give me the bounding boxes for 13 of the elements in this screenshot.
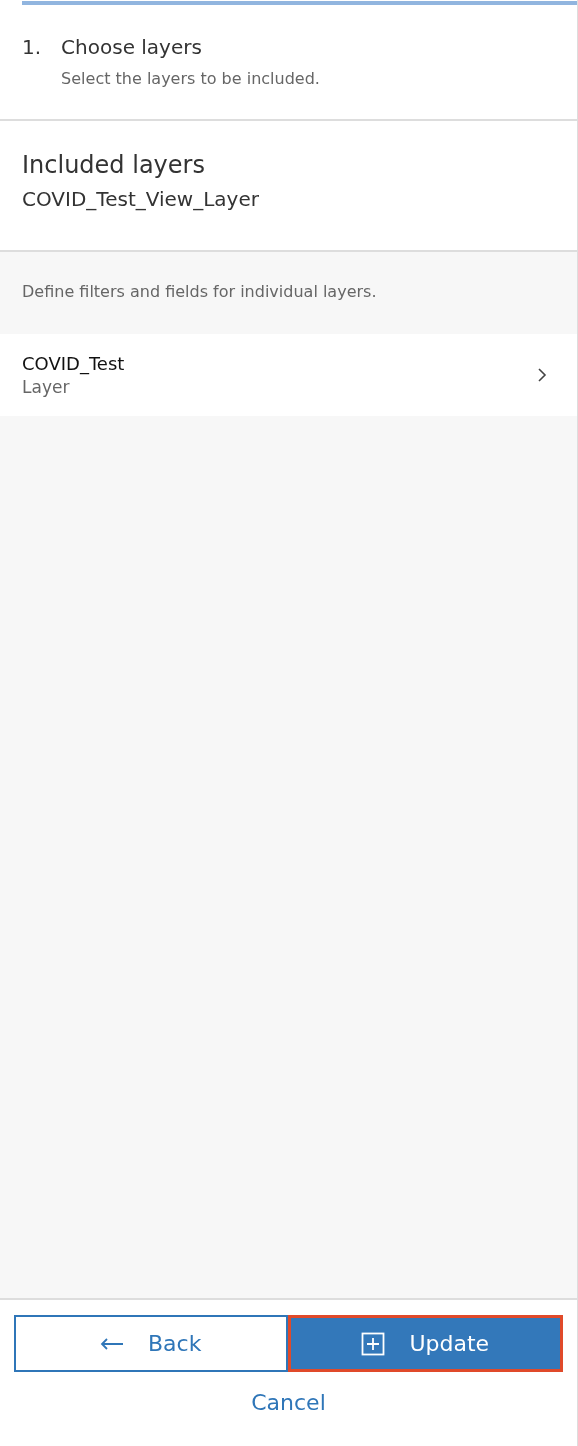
back-button[interactable]: Back: [14, 1315, 288, 1372]
chevron-icon: [537, 367, 547, 383]
description: Define filters and fields for individual layers.: [21, 281, 378, 303]
plus-square-icon: [361, 1331, 386, 1356]
step-number: 1.: [22, 35, 42, 61]
arrow-left-icon: [100, 1337, 125, 1350]
update-button[interactable]: Update: [287, 1315, 563, 1372]
layer-name: COVID_Test_View_Layer: [22, 187, 260, 211]
section-title: Included layers: [22, 151, 206, 179]
layer-list-item[interactable]: COVID_Test Layer: [0, 334, 577, 416]
cancel-link[interactable]: Cancel: [243, 1386, 334, 1419]
step-subtitle: Select the layers to be included.: [61, 69, 320, 88]
step-title: Choose layers: [61, 35, 203, 59]
